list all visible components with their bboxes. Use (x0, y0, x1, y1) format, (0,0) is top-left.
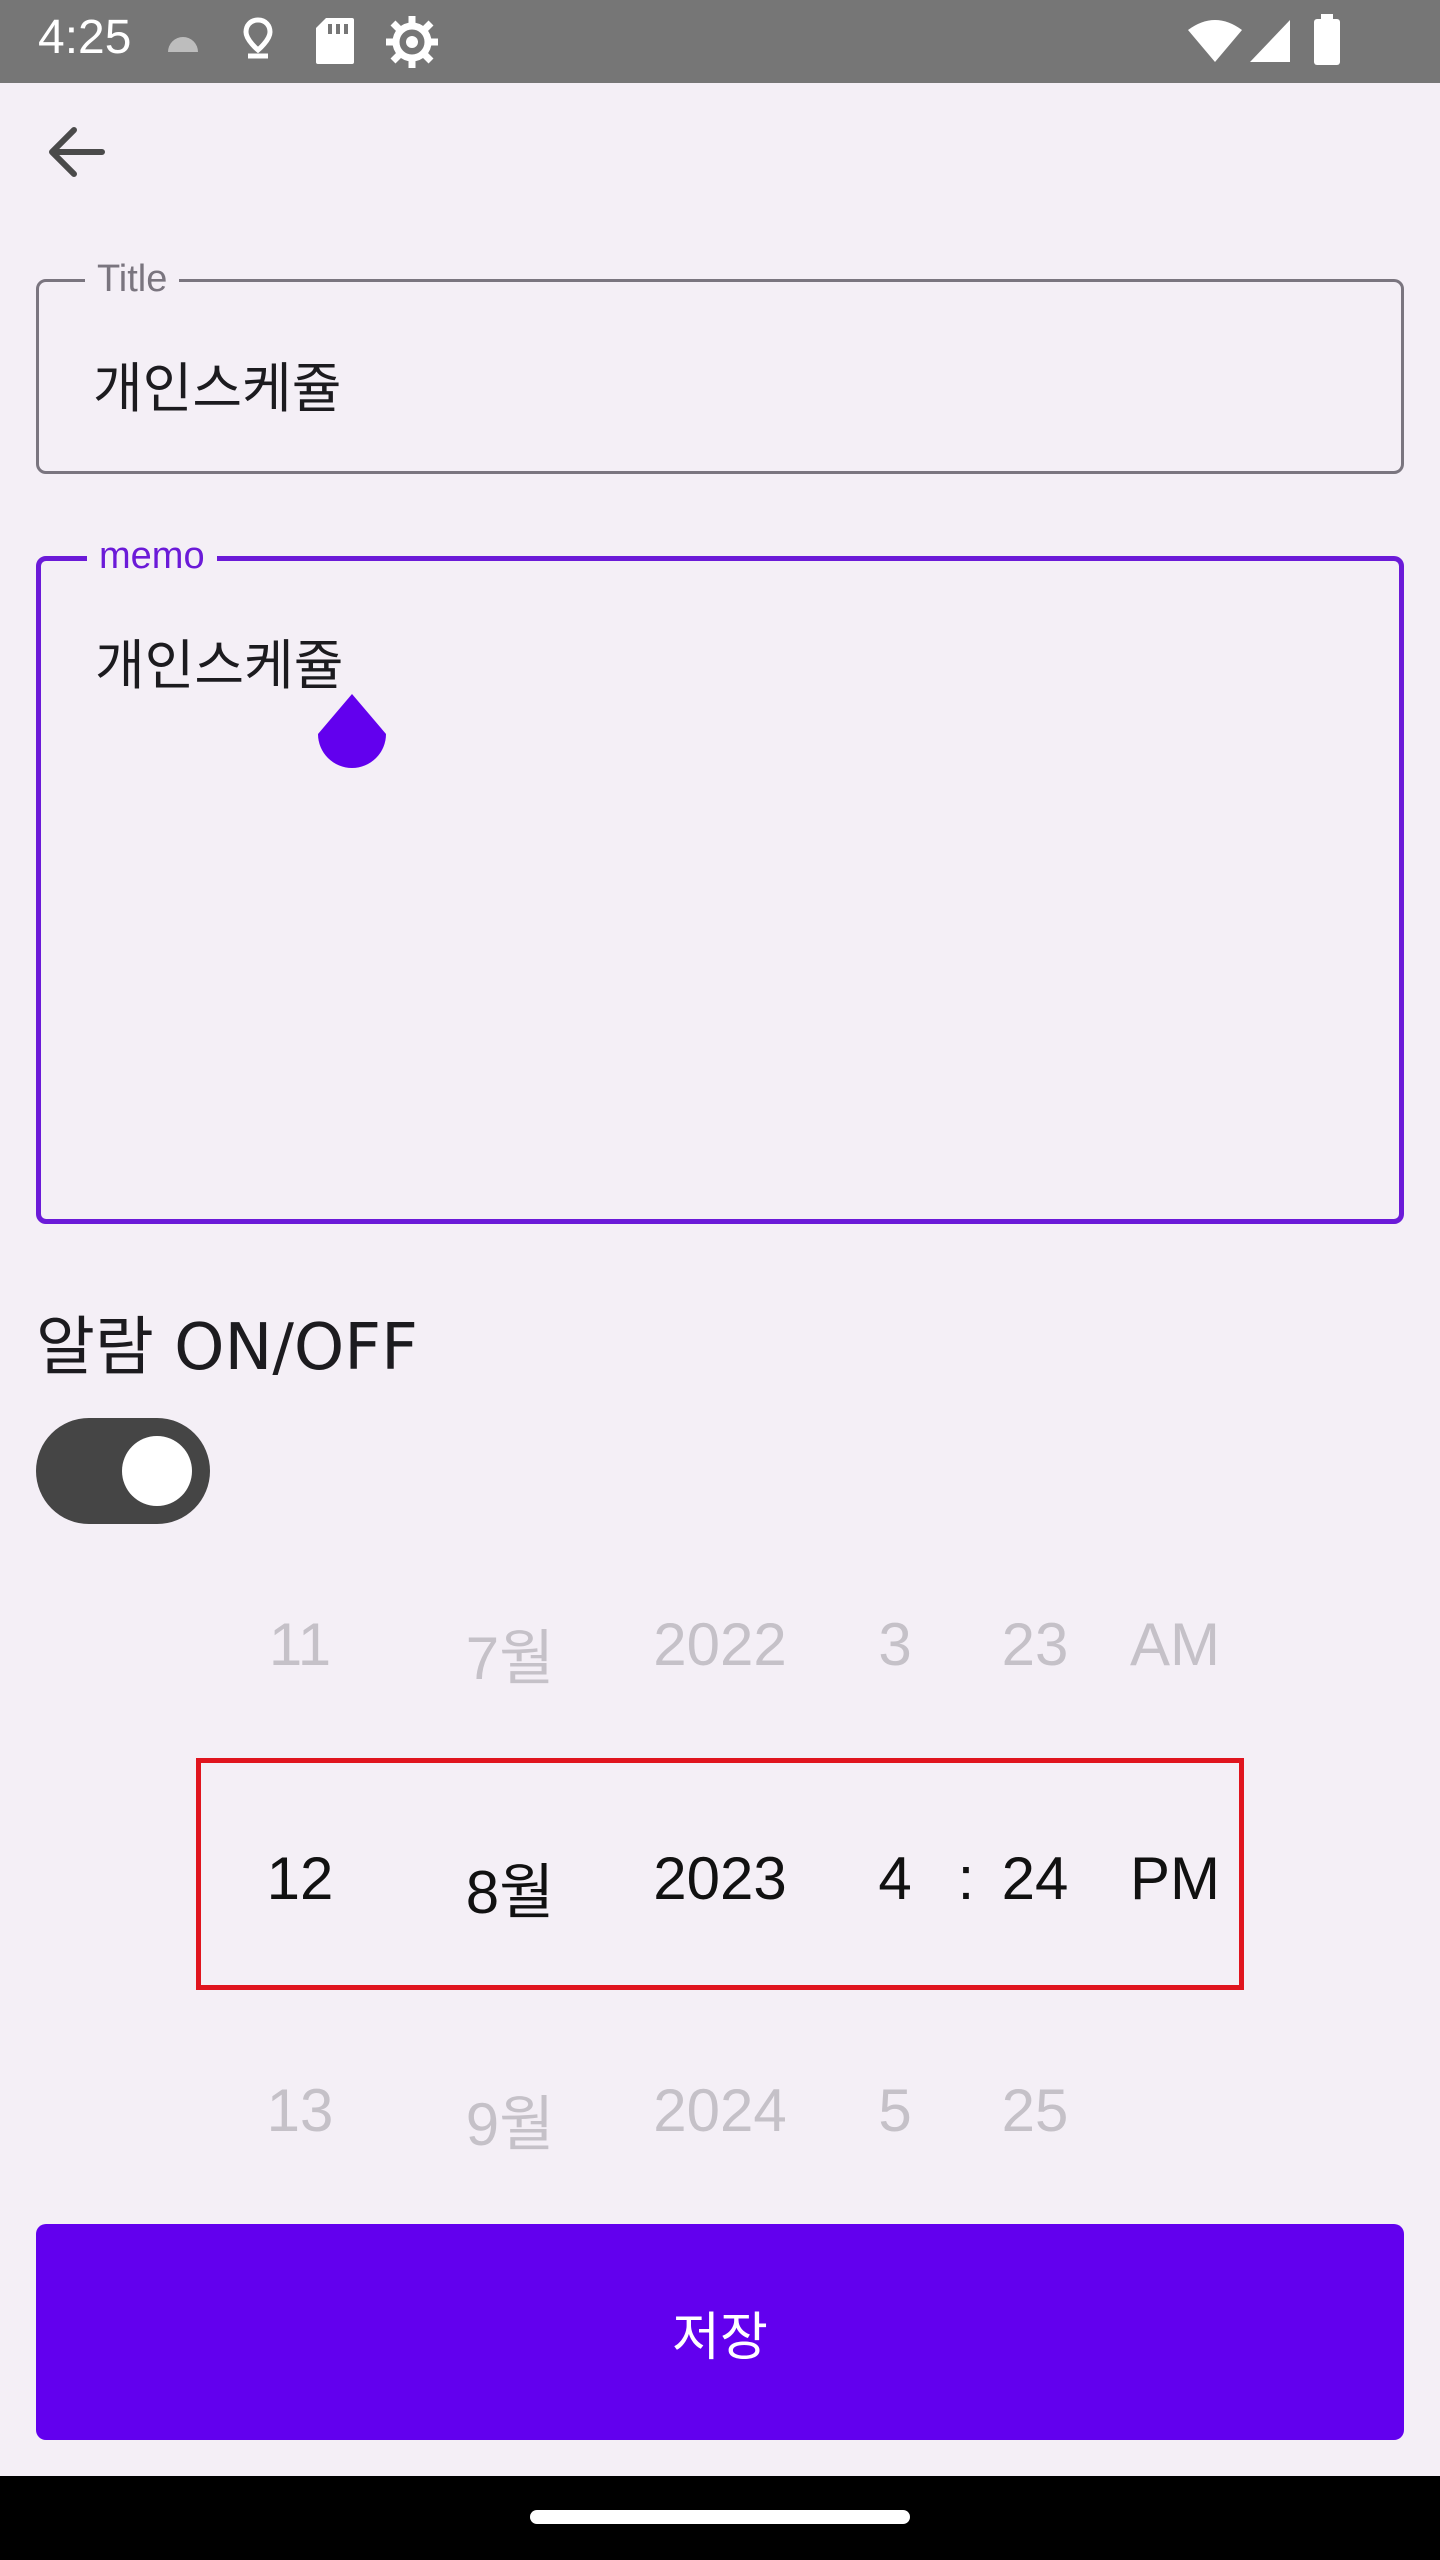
picker-year-next[interactable]: 2024 (653, 2076, 786, 2145)
picker-time-separator: : (957, 1845, 975, 1912)
picker-hour-previous[interactable]: 3 (878, 1610, 911, 1679)
navigation-bar (0, 2476, 1440, 2560)
memo-field[interactable]: memo 개인스케쥴 (36, 533, 1404, 1224)
arrow-left-icon (49, 127, 105, 177)
status-time: 4:25 (38, 11, 132, 64)
android-icon (168, 37, 198, 52)
picker-month-next[interactable]: 9월 (466, 2076, 555, 2163)
save-button[interactable]: 저장 (36, 2224, 1404, 2440)
picker-minute-next[interactable]: 25 (1002, 2076, 1069, 2145)
picker-day-selected[interactable]: 12 (267, 1844, 334, 1913)
sd-card-icon (316, 18, 354, 64)
back-button[interactable] (36, 112, 116, 192)
picker-month-previous[interactable]: 7월 (466, 1610, 555, 1697)
picker-day-previous[interactable]: 11 (269, 1610, 331, 1679)
title-field[interactable]: Title 개인스케쥴 (36, 256, 1404, 474)
picker-ampm-selected[interactable]: PM (1130, 1844, 1220, 1913)
alarm-label: 알람 ON/OFF (36, 1311, 418, 1385)
memo-field-label: memo (87, 533, 217, 579)
signal-icon (1250, 20, 1290, 62)
picker-row-previous: 11 7월 2022 3 23 AM (0, 1592, 1440, 1692)
picker-hour-selected[interactable]: 4 (878, 1844, 911, 1913)
wifi-icon (1188, 20, 1242, 62)
text-cursor-handle-icon[interactable] (314, 692, 390, 780)
picker-row-selected: 12 8월 2023 4 : 24 PM (0, 1826, 1440, 1926)
picker-ampm-previous[interactable]: AM (1130, 1610, 1220, 1679)
title-field-label: Title (85, 256, 180, 302)
save-button-label: 저장 (672, 2307, 768, 2368)
picker-row-next: 13 9월 2024 5 25 (0, 2058, 1440, 2158)
picker-year-selected[interactable]: 2023 (653, 1844, 786, 1913)
picker-minute-previous[interactable]: 23 (1002, 1610, 1069, 1679)
settings-icon (386, 16, 438, 68)
toggle-knob (122, 1436, 192, 1506)
picker-year-previous[interactable]: 2022 (653, 1610, 786, 1679)
memo-field-value: 개인스케쥴 (95, 634, 344, 697)
battery-icon (1314, 14, 1340, 65)
title-field-value: 개인스케쥴 (93, 357, 342, 420)
picker-hour-next[interactable]: 5 (878, 2076, 911, 2145)
location-icon (243, 17, 273, 59)
picker-minute-selected[interactable]: 24 (1002, 1844, 1069, 1913)
status-bar: 4:25 (0, 0, 1440, 83)
home-indicator[interactable] (530, 2510, 910, 2524)
picker-day-next[interactable]: 13 (267, 2076, 334, 2145)
picker-month-selected[interactable]: 8월 (466, 1844, 555, 1931)
alarm-toggle[interactable] (36, 1418, 210, 1524)
